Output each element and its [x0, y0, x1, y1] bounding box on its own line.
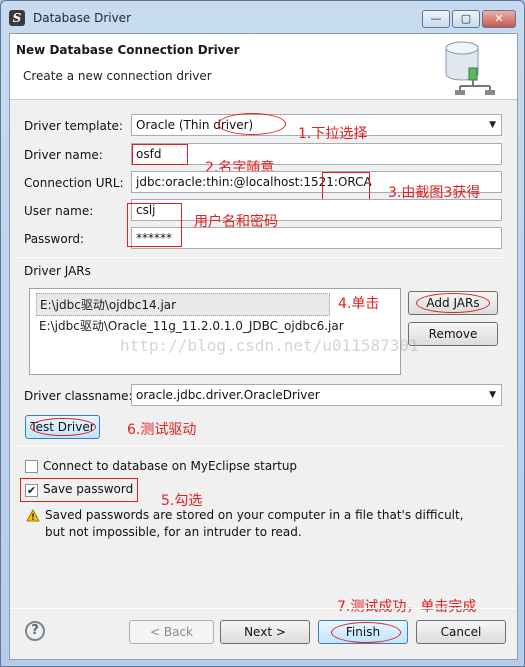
annotation-ellipse-template — [218, 113, 286, 135]
next-button[interactable]: Next > — [220, 620, 310, 644]
database-driver-window: S Database Driver — ▢ ✕ New Database Con… — [0, 0, 525, 667]
list-item[interactable]: E:\jdbc驱动\ojdbc14.jar — [36, 293, 330, 316]
annotation-credentials: 用户名和密码 — [194, 214, 278, 230]
maximize-icon[interactable]: ▢ — [452, 10, 480, 28]
dialog-body: New Database Connection Driver Create a … — [9, 33, 518, 660]
list-item[interactable]: E:\jdbc驱动\Oracle_11g_11.2.0.1.0_JDBC_ojd… — [36, 315, 347, 336]
annotation-ellipse-test-driver — [30, 418, 96, 436]
driver-jars-label: Driver JARs — [24, 264, 91, 278]
chevron-down-icon: ▼ — [489, 390, 496, 400]
annotation-rect-sid — [322, 172, 370, 200]
user-name-input[interactable]: cslj — [131, 199, 502, 221]
separator — [16, 257, 506, 258]
back-button[interactable]: < Back — [129, 620, 214, 644]
database-driver-icon — [445, 41, 495, 95]
dialog-header-title: New Database Connection Driver — [16, 43, 240, 57]
annotation-rect-credentials — [127, 203, 182, 247]
watermark: http://blog.csdn.net/u011587301 — [120, 336, 419, 355]
connect-on-startup-label: Connect to database on MyEclipse startup — [43, 459, 298, 473]
dialog-header: New Database Connection Driver Create a … — [10, 34, 517, 100]
connection-url-label: Connection URL: — [24, 176, 124, 190]
driver-classname-label: Driver classname: — [24, 389, 133, 403]
cancel-button[interactable]: Cancel — [416, 620, 506, 644]
annotation-4: 4.单击 — [338, 296, 380, 312]
annotation-6: 6.测试驱动 — [127, 422, 197, 438]
annotation-rect-driver-name — [132, 144, 188, 165]
annotation-7: 7.测试成功，单击完成 — [337, 599, 477, 615]
chevron-down-icon: ▼ — [489, 120, 496, 130]
driver-name-label: Driver name: — [24, 148, 103, 162]
driver-classname-value: oracle.jdbc.driver.OracleDriver — [136, 388, 320, 402]
warning-text: Saved passwords are stored on your compu… — [45, 508, 464, 539]
minimize-icon[interactable]: — — [422, 10, 450, 28]
title-bar: S Database Driver — ▢ ✕ — [1, 1, 524, 33]
password-input[interactable]: ****** — [131, 227, 502, 249]
connect-on-startup-checkbox[interactable] — [25, 460, 38, 473]
help-icon[interactable]: ? — [25, 621, 45, 641]
annotation-rect-save-password — [20, 478, 138, 502]
password-label: Password: — [24, 232, 85, 246]
separator — [16, 445, 506, 446]
warning-icon — [26, 509, 40, 522]
driver-template-label: Driver template: — [24, 119, 123, 133]
myeclipse-logo-icon: S — [9, 10, 25, 26]
user-name-label: User name: — [24, 204, 94, 218]
annotation-ellipse-add-jars — [416, 293, 490, 313]
remove-jar-button[interactable]: Remove — [408, 322, 498, 346]
annotation-ellipse-finish — [331, 622, 401, 643]
driver-classname-select[interactable]: oracle.jdbc.driver.OracleDriver ▼ — [131, 384, 502, 406]
close-icon[interactable]: ✕ — [482, 10, 516, 28]
dialog-header-subtitle: Create a new connection driver — [23, 69, 212, 83]
annotation-1: 1.下拉选择 — [298, 126, 368, 142]
window-title: Database Driver — [33, 11, 131, 25]
footer-separator — [10, 608, 517, 609]
